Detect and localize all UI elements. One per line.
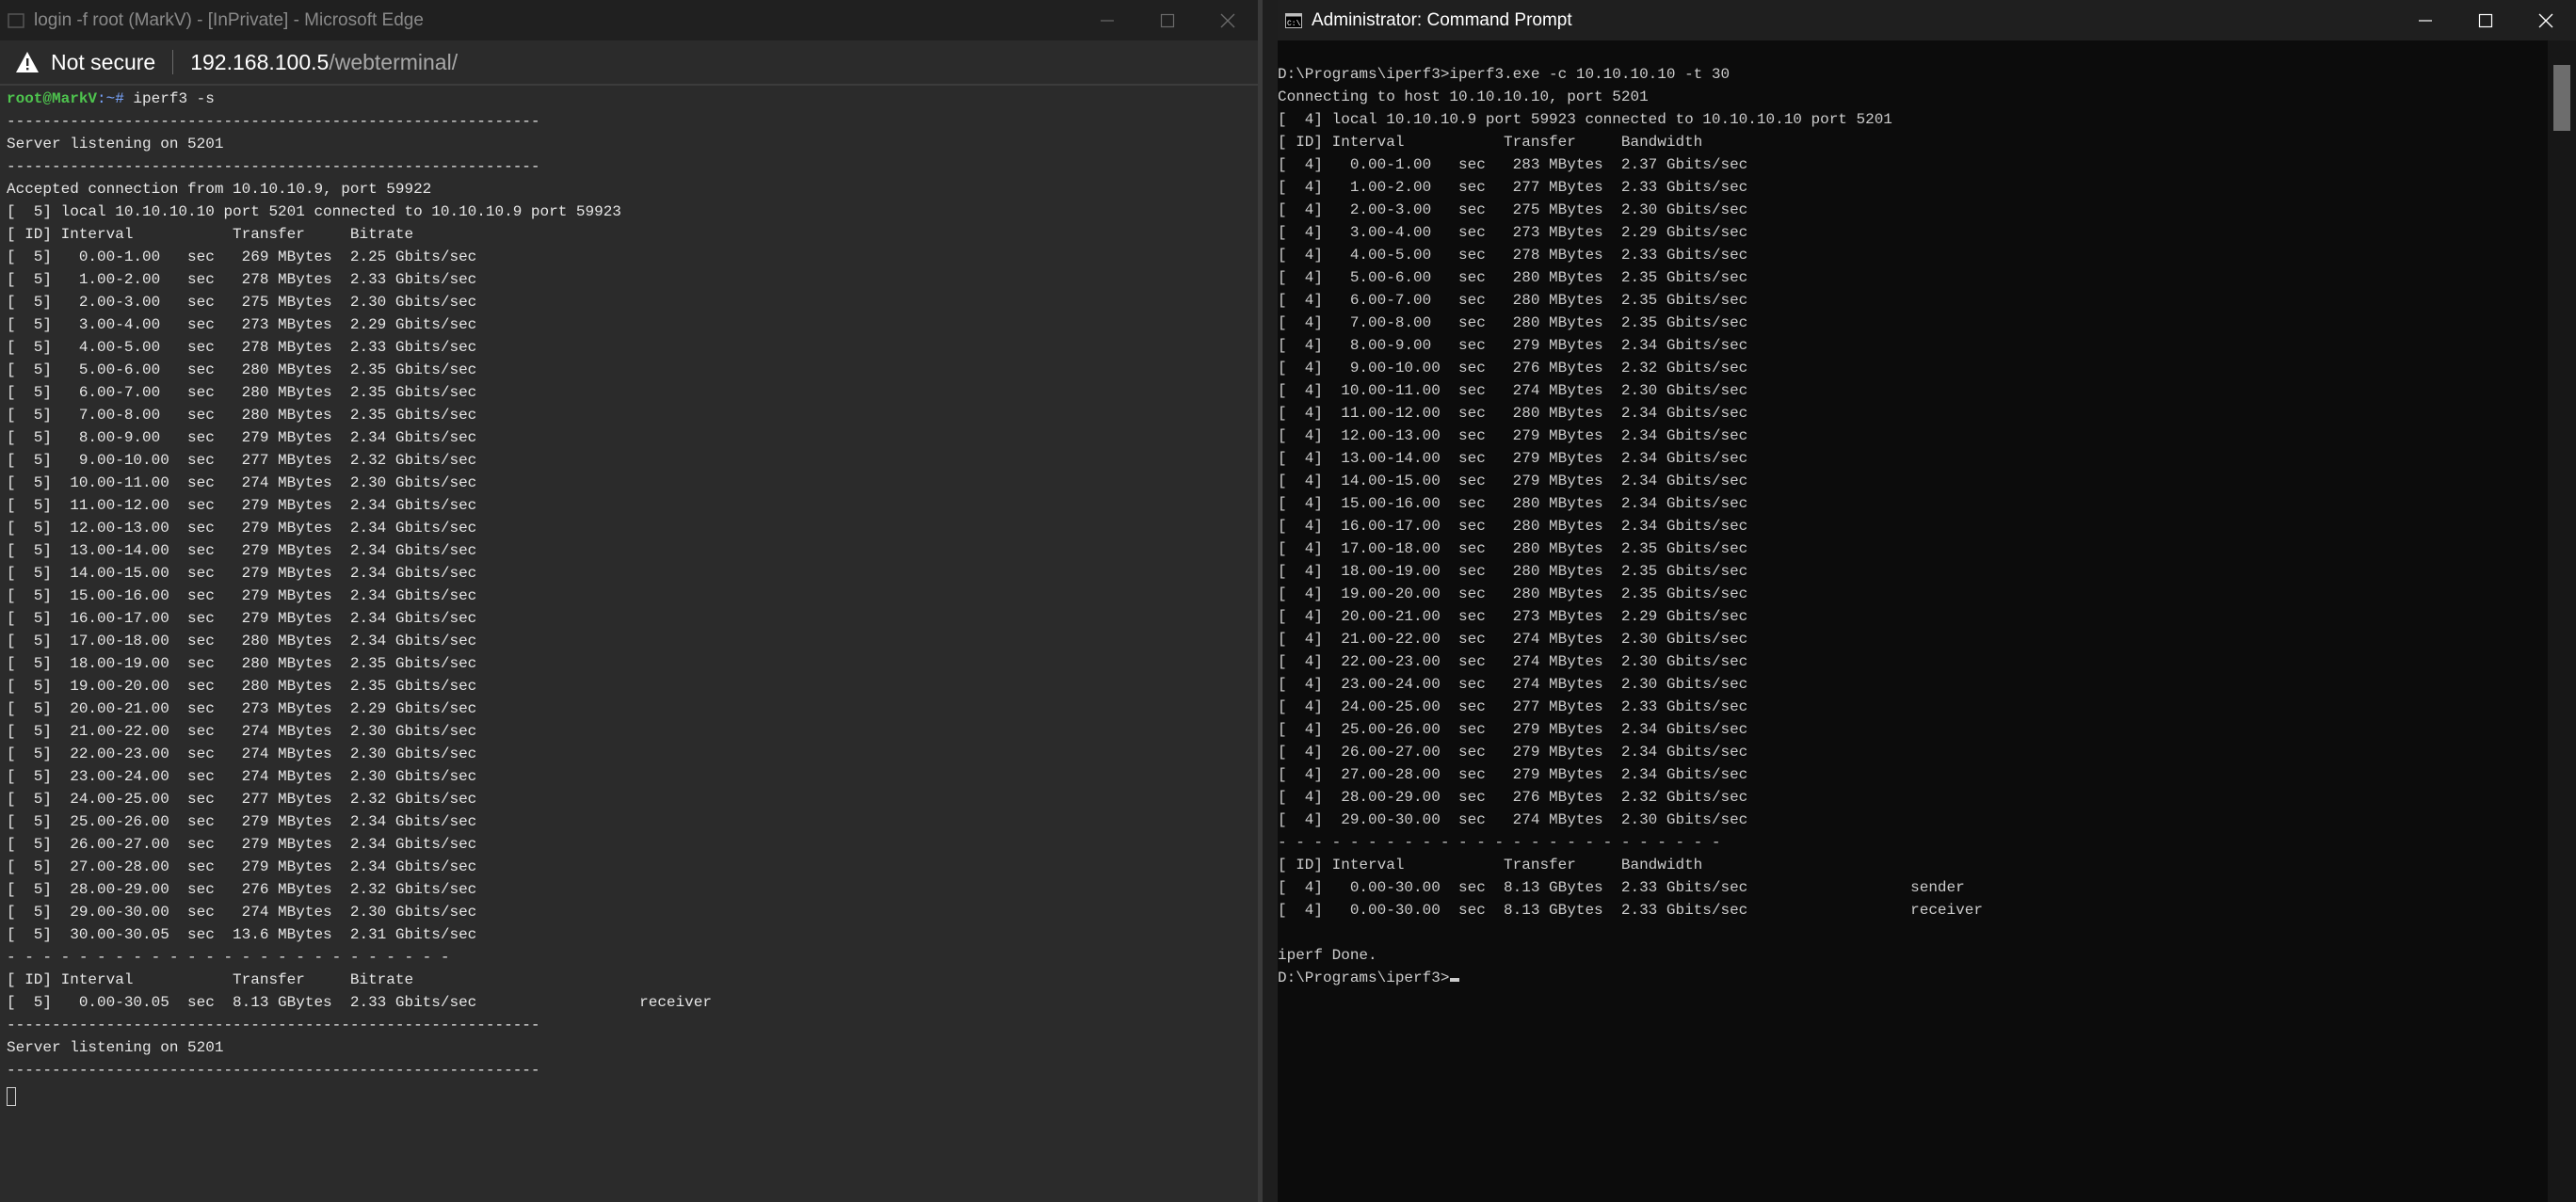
cmd-window-controls (2395, 0, 2576, 40)
svg-text:C:\: C:\ (1287, 20, 1301, 28)
minimize-icon (1101, 19, 1114, 22)
prompt-path: :~# (97, 90, 124, 107)
address-divider (172, 50, 174, 74)
cmd-terminal-output: D:\Programs\iperf3>iperf3.exe -c 10.10.1… (1278, 66, 1983, 964)
cmd-minimize-button[interactable] (2395, 0, 2455, 40)
maximize-icon (1160, 13, 1175, 27)
edge-window: login -f root (MarkV) - [InPrivate] - Mi… (0, 0, 1258, 1202)
inprivate-window-icon (8, 12, 24, 28)
url-host[interactable]: 192.168.100.5 (190, 50, 329, 75)
edge-close-button[interactable] (1198, 0, 1258, 40)
edge-window-title: login -f root (MarkV) - [InPrivate] - Mi… (34, 9, 424, 30)
maximize-icon (2478, 13, 2493, 27)
warning-icon[interactable] (15, 51, 40, 73)
cmd-terminal[interactable]: D:\Programs\iperf3>iperf3.exe -c 10.10.1… (1278, 63, 1983, 989)
cmd-window-title: Administrator: Command Prompt (1312, 9, 1572, 30)
minimize-icon (2419, 19, 2432, 22)
web-terminal-cursor (7, 1087, 16, 1106)
prompt-user: root@MarkV (7, 90, 98, 107)
web-terminal[interactable]: root@MarkV:~# iperf3 -s ----------------… (7, 88, 712, 1082)
close-icon (2538, 13, 2553, 27)
cmd-maximize-button[interactable] (2455, 0, 2516, 40)
web-terminal-command: iperf3 -s (123, 90, 215, 107)
command-prompt-icon: C:\ (1285, 12, 1302, 28)
window-divider (1258, 0, 1278, 1202)
cmd-window: C:\ Administrator: Command Prompt D:\Pro… (1278, 0, 2576, 1202)
edge-title-bar[interactable]: login -f root (MarkV) - [InPrivate] - Mi… (0, 0, 1258, 40)
cmd-close-button[interactable] (2516, 0, 2576, 40)
cmd-cursor (1450, 978, 1460, 982)
web-terminal-output: ----------------------------------------… (7, 113, 712, 1079)
web-terminal-command-line: root@MarkV:~# iperf3 -s (7, 88, 712, 110)
cmd-prompt-line: D:\Programs\iperf3> (1278, 967, 1983, 989)
edge-window-controls (1077, 0, 1258, 40)
cmd-prompt: D:\Programs\iperf3> (1278, 970, 1450, 986)
close-icon (1220, 13, 1235, 27)
security-status[interactable]: Not secure (51, 50, 155, 75)
url-path[interactable]: /webterminal/ (329, 50, 458, 75)
edge-maximize-button[interactable] (1137, 0, 1198, 40)
cmd-scrollbar[interactable] (2548, 40, 2576, 1202)
edge-minimize-button[interactable] (1077, 0, 1137, 40)
cmd-scrollbar-thumb[interactable] (2553, 65, 2570, 131)
cmd-title-bar[interactable]: C:\ Administrator: Command Prompt (1278, 0, 2576, 40)
address-bar[interactable]: Not secure 192.168.100.5/webterminal/ (0, 40, 1258, 86)
